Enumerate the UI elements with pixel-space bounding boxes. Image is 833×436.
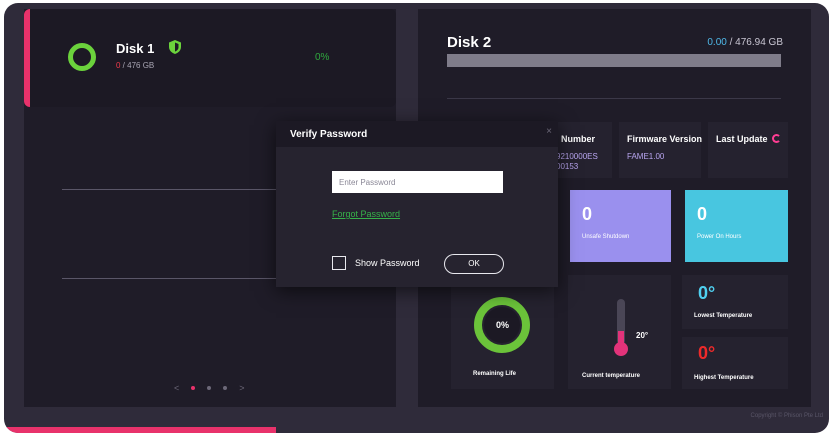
power-on-hours-value: 0 (697, 204, 708, 224)
disk1-size: 0 / 476 GB (116, 61, 154, 70)
password-input[interactable] (332, 171, 503, 193)
lowest-temperature-tile: 0° Lowest Temperature (682, 275, 788, 329)
pager-prev-arrow[interactable]: < (174, 383, 179, 393)
verify-password-dialog: Verify Password × Forgot Password Show P… (276, 121, 558, 287)
pager-dot[interactable] (223, 386, 228, 390)
ok-button[interactable]: OK (444, 254, 504, 274)
remaining-life-value: 0% (495, 320, 509, 330)
dialog-header: Verify Password × (276, 121, 558, 147)
disk2-used: 0.00 (707, 37, 727, 48)
serial-number-line-1: 9210000ES (556, 152, 598, 161)
disk1-card[interactable]: Disk 1 0 / 476 GB 0% (24, 9, 396, 107)
power-on-hours-label: Power On Hours (697, 234, 742, 240)
pager-dot-active[interactable] (191, 386, 196, 390)
disk1-name: Disk 1 (116, 41, 155, 56)
forgot-password-link[interactable]: Forgot Password (332, 209, 400, 219)
pager-dot[interactable] (207, 386, 212, 390)
current-temperature-label: Current temperature (582, 373, 641, 379)
highest-temperature-value: 0° (698, 343, 716, 363)
disk2-usage-bar (447, 54, 781, 67)
last-update-tile: Last Update (708, 122, 788, 178)
last-update-label: Last Update (716, 134, 781, 144)
last-update-text: Last Update (716, 134, 768, 144)
disk1-capacity: / 476 GB (120, 61, 155, 70)
unsafe-shutdown-label: Unsafe Shutdown (582, 234, 630, 240)
current-temperature-tile: 20° Current temperature (568, 275, 671, 389)
serial-number-line-2: 00153 (556, 162, 579, 171)
unsafe-shutdown-value: 0 (582, 204, 593, 224)
unsafe-shutdown-tile: 0 Unsafe Shutdown (570, 190, 671, 262)
disk1-percent: 0% (315, 52, 330, 63)
show-password-checkbox[interactable] (332, 256, 346, 270)
firmware-version-label: Firmware Version (627, 134, 703, 144)
lowest-temperature-label: Lowest Temperature (694, 313, 753, 319)
thermometer-icon (614, 299, 628, 356)
firmware-version-tile: Firmware Version FAME1.00 (619, 122, 703, 178)
serial-number-label: l Number (556, 134, 596, 144)
copyright-text: Copyright © Phison Pte Ltd (750, 413, 823, 419)
serial-number-value: 9210000ES 00153 (556, 152, 598, 172)
close-icon[interactable]: × (546, 126, 552, 137)
firmware-version-value: FAME1.00 (627, 152, 665, 161)
remaining-life-label: Remaining Life (473, 371, 517, 377)
shield-icon (169, 40, 181, 54)
current-temperature-value: 20° (636, 331, 649, 340)
highest-temperature-label: Highest Temperature (694, 375, 754, 381)
refresh-icon[interactable] (771, 134, 781, 143)
lowest-temperature-value: 0° (698, 283, 716, 303)
highest-temperature-tile: 0° Highest Temperature (682, 337, 788, 389)
remaining-life-tile: 0% Remaining Life (451, 275, 554, 389)
pager: < > (174, 383, 245, 393)
bottom-progress-bar (4, 427, 276, 433)
power-on-hours-tile: 0 Power On Hours (685, 190, 788, 262)
disk2-name: Disk 2 (447, 34, 492, 51)
disk2-capacity: / 476.94 GB (726, 37, 783, 48)
show-password-label[interactable]: Show Password (355, 258, 420, 268)
dialog-title: Verify Password (290, 129, 368, 140)
divider-line (447, 98, 781, 99)
pager-next-arrow[interactable]: > (239, 383, 244, 393)
app-window: Disk 1 0 / 476 GB 0% < > Disk 2 0.00 / 4… (4, 3, 829, 433)
disk-status-ring-icon (68, 43, 96, 71)
disk2-usage: 0.00 / 476.94 GB (707, 37, 783, 48)
